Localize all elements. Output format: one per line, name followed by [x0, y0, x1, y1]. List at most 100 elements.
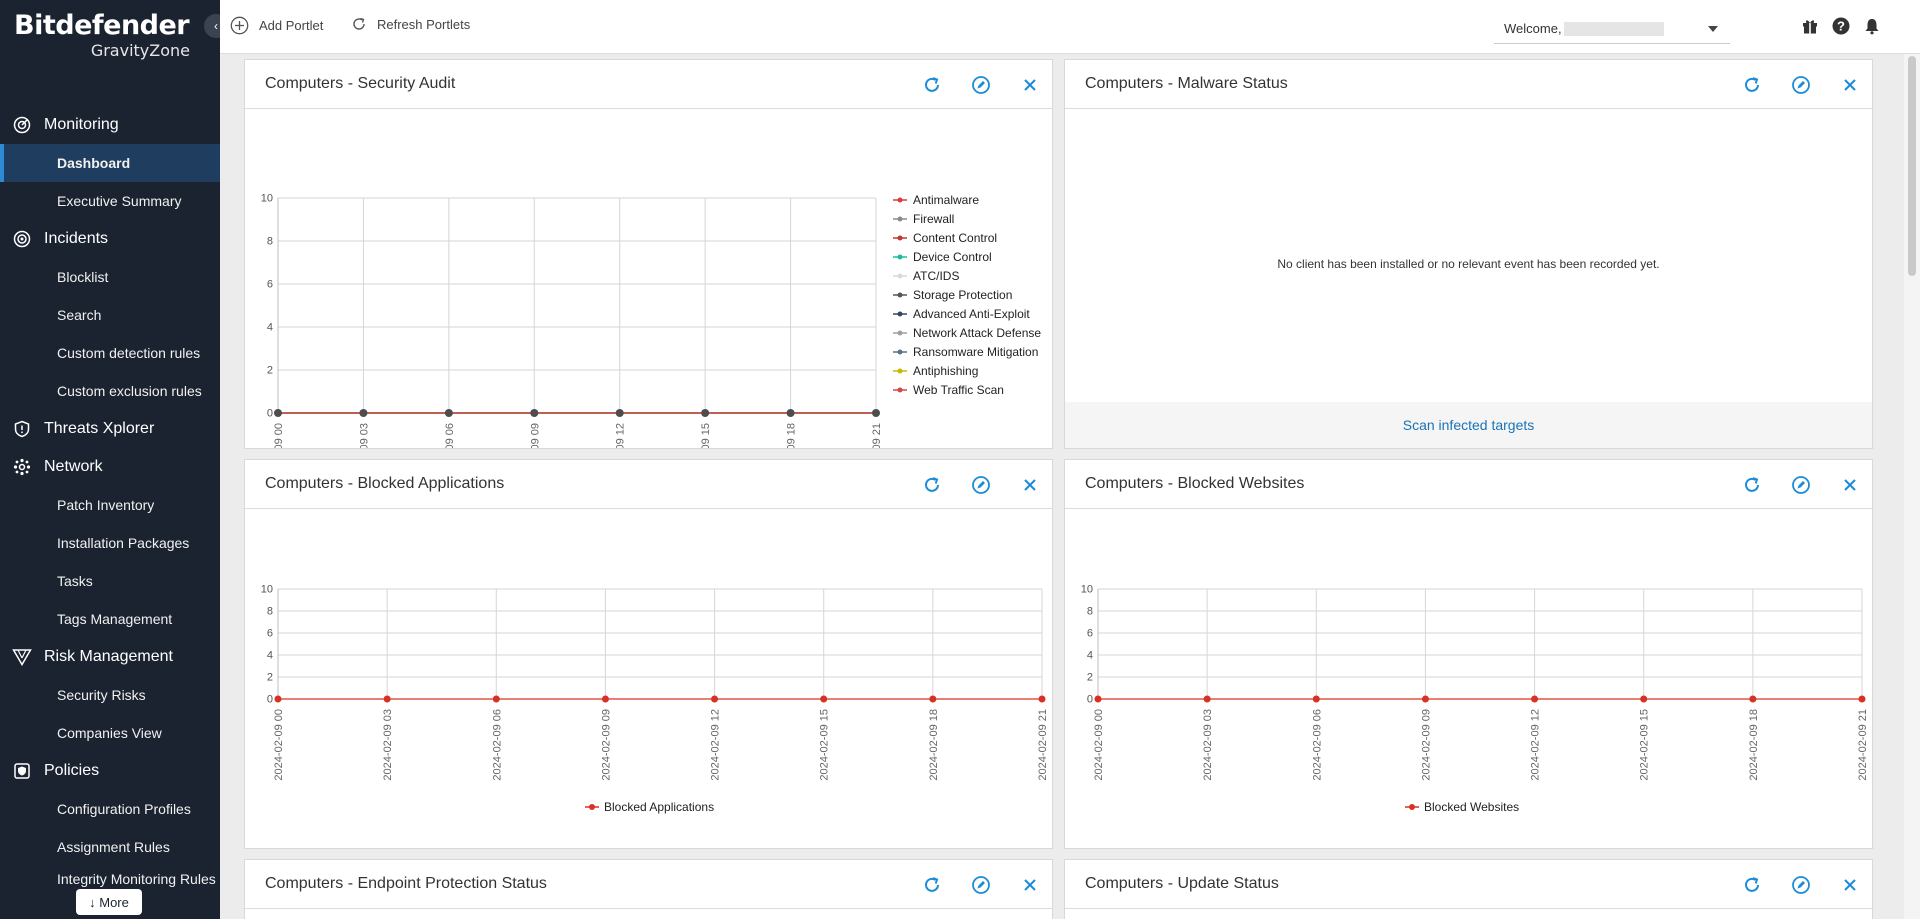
- y-tick-label: 10: [261, 584, 273, 596]
- edit-portlet-button[interactable]: [1789, 874, 1813, 896]
- add-portlet-label: Add Portlet: [259, 18, 324, 33]
- close-icon: [1844, 879, 1856, 891]
- close-portlet-button[interactable]: [1018, 74, 1042, 96]
- x-tick-label: 2024-02-09 21: [1857, 709, 1869, 781]
- x-tick-label: 2024-02-09 15: [819, 709, 831, 781]
- refresh-portlets-button[interactable]: Refresh Portlets: [351, 16, 470, 32]
- data-point: [1203, 695, 1211, 703]
- sidebar-section-monitoring[interactable]: Monitoring: [0, 106, 220, 144]
- sidebar-item-patch-inventory[interactable]: Patch Inventory: [0, 486, 220, 524]
- sidebar-item-custom-exclusion-rules[interactable]: Custom exclusion rules: [0, 372, 220, 410]
- welcome-label: Welcome,: [1504, 21, 1562, 36]
- portlet-title: Computers - Security Audit: [265, 75, 456, 92]
- y-tick-label: 2: [267, 672, 273, 684]
- y-tick-label: 8: [1087, 606, 1093, 618]
- close-portlet-button[interactable]: [1838, 874, 1862, 896]
- sidebar-section-label: Threats Xplorer: [44, 420, 155, 437]
- x-tick-label: 2024-02-09 18: [786, 423, 798, 448]
- sidebar-nav: Monitoring Dashboard Executive Summary I…: [0, 106, 220, 906]
- data-point: [820, 695, 828, 703]
- sidebar-section-risk-management[interactable]: Risk Management: [0, 638, 220, 676]
- x-tick-label: 2024-02-09 03: [358, 423, 370, 448]
- sidebar-item-search[interactable]: Search: [0, 296, 220, 334]
- edit-portlet-button[interactable]: [969, 874, 993, 896]
- data-point: [383, 695, 391, 703]
- network-icon: [12, 457, 32, 477]
- portlet-actions: [895, 74, 1042, 96]
- page-scrollbar[interactable]: [1904, 54, 1920, 919]
- refresh-icon: [1745, 477, 1759, 492]
- refresh-icon: [925, 877, 939, 892]
- edit-portlet-button[interactable]: [1789, 74, 1813, 96]
- edit-portlet-button[interactable]: [969, 74, 993, 96]
- brand-name: Bitdefender: [14, 10, 190, 41]
- x-tick-label: 2024-02-09 06: [491, 709, 503, 781]
- edit-icon: [1792, 476, 1810, 494]
- close-portlet-button[interactable]: [1838, 74, 1862, 96]
- logo[interactable]: Bitdefender GravityZone: [14, 10, 194, 60]
- sidebar-item-custom-detection-rules[interactable]: Custom detection rules: [0, 334, 220, 372]
- user-menu-dropdown[interactable]: Welcome,: [1494, 14, 1730, 44]
- y-tick-label: 0: [267, 694, 273, 706]
- sidebar-section-policies[interactable]: Policies: [0, 752, 220, 790]
- portlet-title: Computers - Malware Status: [1085, 75, 1288, 92]
- data-point: [1094, 695, 1102, 703]
- scrollbar-thumb[interactable]: [1908, 56, 1916, 276]
- legend-label: Storage Protection: [913, 288, 1012, 302]
- sidebar-item-companies-view[interactable]: Companies View: [0, 714, 220, 752]
- sidebar-item-configuration-profiles[interactable]: Configuration Profiles: [0, 790, 220, 828]
- bell-icon[interactable]: [1862, 16, 1882, 36]
- sidebar-item-blocklist[interactable]: Blocklist: [0, 258, 220, 296]
- refresh-portlet-button[interactable]: [1740, 874, 1764, 896]
- help-icon[interactable]: ?: [1831, 16, 1851, 36]
- gift-icon[interactable]: [1800, 16, 1820, 36]
- collapse-sidebar-button[interactable]: ‹: [204, 14, 220, 38]
- sidebar-item-tags-management[interactable]: Tags Management: [0, 600, 220, 638]
- legend-swatch-dot: [897, 292, 903, 298]
- edit-icon: [972, 476, 990, 494]
- risk-icon: [12, 647, 32, 667]
- data-point: [1531, 695, 1539, 703]
- data-point: [601, 695, 609, 703]
- portlet-actions: [895, 874, 1042, 896]
- scan-infected-targets-link[interactable]: Scan infected targets: [1065, 402, 1872, 448]
- x-tick-label: 2024-02-09 06: [1311, 709, 1323, 781]
- sidebar-item-installation-packages[interactable]: Installation Packages: [0, 524, 220, 562]
- portlet-title: Computers - Blocked Websites: [1085, 475, 1305, 492]
- close-portlet-button[interactable]: [1018, 474, 1042, 496]
- sidebar-item-dashboard[interactable]: Dashboard: [0, 144, 220, 182]
- refresh-portlet-button[interactable]: [920, 74, 944, 96]
- product-name: GravityZone: [90, 41, 190, 60]
- top-bar: Add Portlet Refresh Portlets Welcome, ?: [220, 0, 1920, 54]
- sidebar-item-assignment-rules[interactable]: Assignment Rules: [0, 828, 220, 866]
- close-icon: [1844, 79, 1856, 91]
- add-portlet-button[interactable]: Add Portlet: [230, 16, 323, 35]
- data-point: [1749, 695, 1757, 703]
- data-point: [929, 695, 937, 703]
- close-icon: [1844, 479, 1856, 491]
- sidebar-item-executive-summary[interactable]: Executive Summary: [0, 182, 220, 220]
- x-tick-label: 2024-02-09 03: [382, 709, 394, 781]
- edit-portlet-button[interactable]: [969, 474, 993, 496]
- refresh-portlet-button[interactable]: [920, 874, 944, 896]
- legend-swatch-dot: [1409, 804, 1415, 810]
- sidebar-item-tasks[interactable]: Tasks: [0, 562, 220, 600]
- legend-swatch-dot: [897, 216, 903, 222]
- y-tick-label: 8: [267, 606, 273, 618]
- refresh-portlet-button[interactable]: [1740, 74, 1764, 96]
- more-button[interactable]: ↓ More: [76, 889, 142, 915]
- sidebar-section-incidents[interactable]: Incidents: [0, 220, 220, 258]
- edit-portlet-button[interactable]: [1789, 474, 1813, 496]
- sidebar-section-network[interactable]: Network: [0, 448, 220, 486]
- legend-label: Device Control: [913, 250, 992, 264]
- legend-label: Antimalware: [913, 193, 979, 207]
- y-tick-label: 4: [267, 322, 273, 334]
- close-portlet-button[interactable]: [1838, 474, 1862, 496]
- sidebar-item-security-risks[interactable]: Security Risks: [0, 676, 220, 714]
- portlet-malware-status: Computers - Malware Status No client has…: [1064, 59, 1873, 449]
- sidebar-section-threats-xplorer[interactable]: Threats Xplorer: [0, 410, 220, 448]
- refresh-portlet-button[interactable]: [920, 474, 944, 496]
- close-portlet-button[interactable]: [1018, 874, 1042, 896]
- refresh-portlet-button[interactable]: [1740, 474, 1764, 496]
- data-point: [492, 695, 500, 703]
